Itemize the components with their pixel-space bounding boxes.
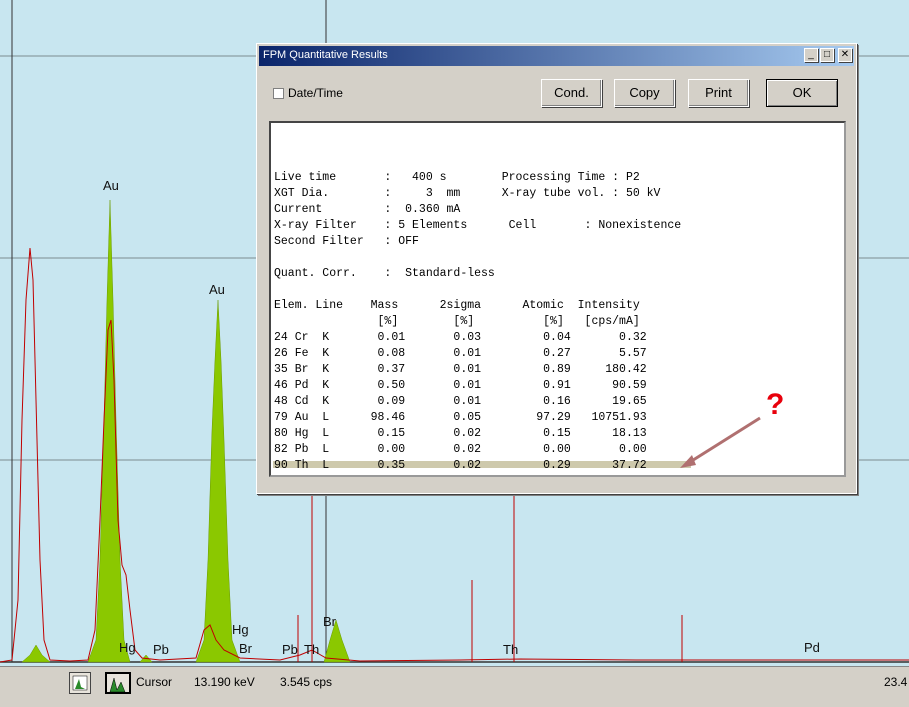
maximize-button[interactable]: □: [820, 48, 834, 62]
report-header-line: X-ray Filter : 5 Elements Cell : Nonexis…: [274, 219, 682, 232]
peak-label-pd: Pd: [804, 640, 820, 655]
result-row-cr: 24 Cr K 0.01 0.03 0.04 0.32: [274, 331, 647, 344]
fpm-results-dialog: FPM Quantitative Results _ □ ✕ Date/Time…: [256, 43, 857, 494]
cond-button[interactable]: Cond.: [541, 79, 602, 107]
result-row-br: 35 Br K 0.37 0.01 0.89 180.42: [274, 363, 647, 376]
spectrum-view-icon: [72, 675, 88, 691]
peak-label-pb-2: Pb: [282, 642, 298, 657]
result-row-hg: 80 Hg L 0.15 0.02 0.15 18.13: [274, 427, 647, 440]
close-button[interactable]: ✕: [838, 48, 852, 62]
report-header-line: XGT Dia. : 3 mm X-ray tube vol. : 50 kV: [274, 187, 661, 200]
result-row-fe: 26 Fe K 0.08 0.01 0.27 5.57: [274, 347, 647, 360]
cursor-label: Cursor: [136, 675, 173, 689]
report-header-line: Quant. Corr. : Standard-less: [274, 267, 495, 280]
cursor-energy: 13.190 keV: [194, 675, 255, 689]
print-button[interactable]: Print: [688, 79, 749, 107]
status-right-value: 23.4: [884, 675, 908, 689]
peak-label-au-2: Au: [209, 282, 225, 297]
report-header-line: Current : 0.360 mA: [274, 203, 461, 216]
report-text: Live time : 400 s Processing Time : P2 X…: [274, 170, 681, 474]
question-mark-annotation: ?: [766, 388, 785, 421]
datetime-label: Date/Time: [288, 86, 343, 100]
peak-label-th-1: Th: [304, 642, 320, 657]
dialog-title: FPM Quantitative Results: [263, 49, 388, 61]
cursor-mode-button[interactable]: [105, 672, 131, 694]
report-column-units: [%] [%] [%] [cps/mA]: [274, 315, 640, 328]
result-row-cd: 48 Cd K 0.09 0.01 0.16 19.65: [274, 395, 647, 408]
peak-fill: [87, 199, 131, 663]
result-row-au: 79 Au L 98.46 0.05 97.29 10751.93: [274, 411, 647, 424]
report-column-headers: Elem. Line Mass 2sigma Atomic Intensity: [274, 299, 640, 312]
spectrum-view-button[interactable]: [69, 672, 91, 694]
peak-label-br-1: Br: [239, 641, 252, 656]
peak-label-th-2: Th: [503, 642, 519, 657]
checkbox-box[interactable]: [273, 88, 284, 99]
peak-fill: [195, 299, 241, 663]
peak-label-au-1: Au: [103, 178, 119, 193]
copy-button[interactable]: Copy: [614, 79, 675, 107]
peak-label-pb-1: Pb: [153, 642, 169, 657]
report-header-line: Live time : 400 s Processing Time : P2: [274, 171, 640, 184]
minimize-button[interactable]: _: [804, 48, 818, 62]
results-report[interactable]: Live time : 400 s Processing Time : P2 X…: [269, 121, 846, 477]
title-bar[interactable]: FPM Quantitative Results _ □ ✕: [259, 46, 854, 66]
report-header-line: Second Filter : OFF: [274, 235, 419, 248]
peak-cursor-icon: [109, 677, 126, 693]
result-row-th: 90 Th L 0.35 0.02 0.29 37.72: [274, 459, 647, 472]
report-rows: 24 Cr K 0.01 0.03 0.04 0.32 26 Fe K 0.08…: [274, 331, 647, 472]
peak-label-hg-2: Hg: [232, 622, 249, 637]
ok-button[interactable]: OK: [766, 79, 838, 107]
cursor-count-rate: 3.545 cps: [280, 675, 333, 689]
peak-label-hg-1: Hg: [119, 640, 136, 655]
datetime-checkbox[interactable]: Date/Time: [273, 86, 343, 100]
result-row-pd: 46 Pd K 0.50 0.01 0.91 90.59: [274, 379, 647, 392]
peak-label-br-2: Br: [323, 614, 336, 629]
status-bar: Cursor 13.190 keV 3.545 cps 23.4: [0, 666, 909, 707]
result-row-pb: 82 Pb L 0.00 0.02 0.00 0.00: [274, 443, 647, 456]
